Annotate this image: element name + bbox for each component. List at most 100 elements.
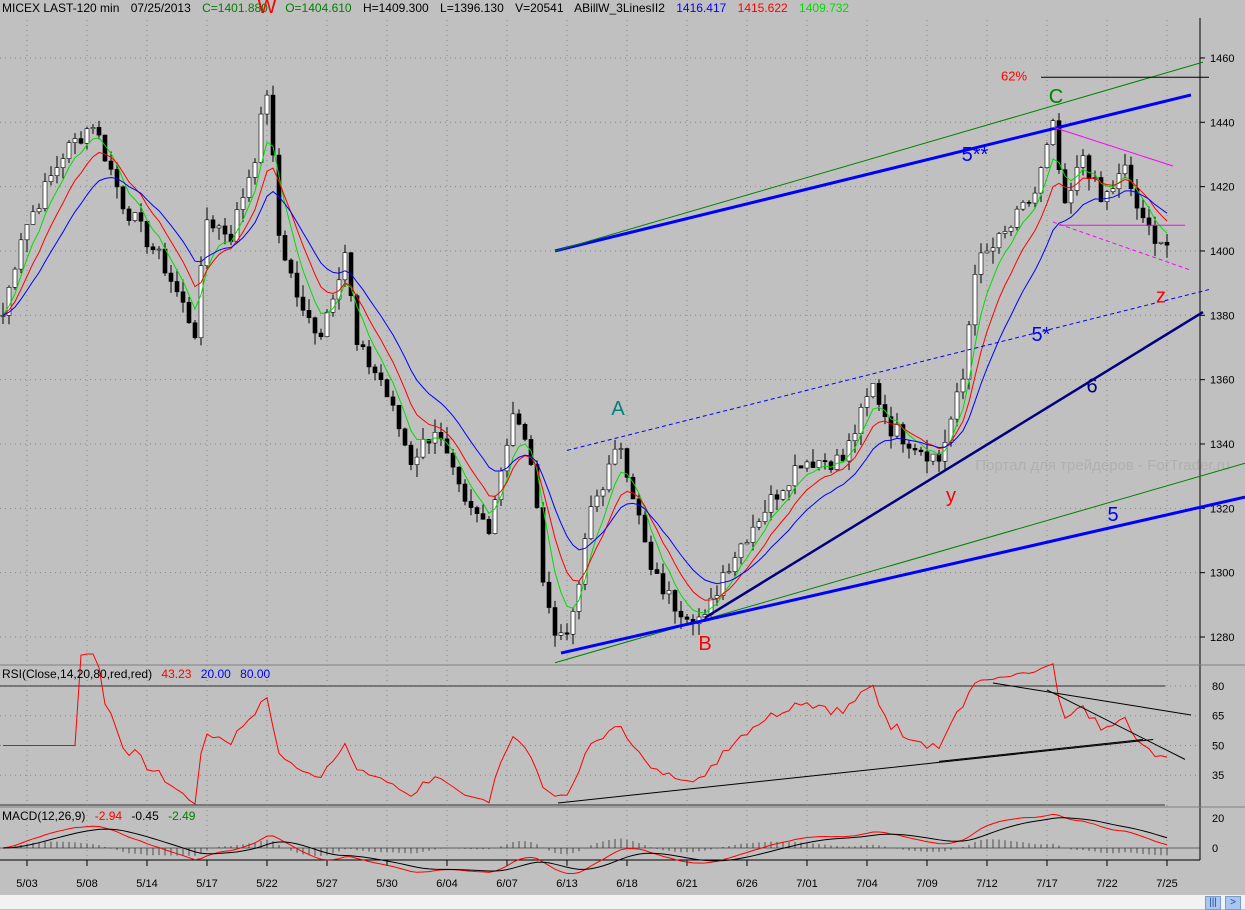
candle: [474, 507, 480, 514]
wave-label: y: [946, 485, 956, 507]
candle: [858, 407, 864, 434]
candle: [990, 247, 996, 252]
candle: [12, 268, 18, 288]
candle: [54, 167, 60, 177]
wave-label: B: [698, 633, 711, 655]
candle: [906, 443, 912, 449]
price-tick-label: 1380: [1210, 310, 1234, 322]
candle: [792, 465, 798, 487]
candle: [216, 225, 222, 229]
price-tick-label: 1340: [1210, 439, 1234, 451]
candle: [486, 519, 492, 534]
macd-tick-label: 0: [1212, 843, 1218, 855]
candle: [174, 281, 180, 293]
wave-label: C: [1049, 86, 1063, 108]
candle: [36, 208, 42, 213]
candle: [318, 332, 324, 338]
candle: [984, 250, 990, 254]
candle: [636, 498, 642, 516]
candle: [798, 465, 804, 469]
candle: [828, 461, 834, 470]
candle: [384, 379, 390, 398]
date-tick-label: 6/21: [676, 878, 697, 890]
candle: [78, 138, 84, 144]
candle: [480, 513, 486, 520]
trendline: [554, 61, 1204, 252]
candle: [1008, 227, 1014, 232]
macd-signal: -0.45: [131, 809, 159, 823]
candle: [18, 239, 24, 270]
candle: [156, 248, 162, 251]
candle: [378, 372, 384, 381]
candle: [360, 344, 366, 348]
date-tick-label: 5/27: [316, 878, 337, 890]
candle: [468, 501, 474, 508]
ma-blue-line: [2, 176, 1168, 585]
candle: [1086, 155, 1092, 180]
candle: [312, 317, 318, 334]
date-tick-label: 5/08: [76, 878, 97, 890]
candle: [1140, 207, 1146, 219]
candle: [558, 632, 564, 636]
candle: [192, 322, 198, 339]
candle: [1002, 231, 1008, 234]
rsi-tick-label: 80: [1212, 681, 1224, 693]
macd-value: -2.94: [94, 809, 123, 823]
candle: [624, 448, 630, 478]
candle: [876, 383, 882, 405]
candle: [306, 310, 312, 319]
candle: [60, 158, 66, 168]
candle: [912, 447, 918, 451]
candle: [972, 274, 978, 326]
candle: [186, 302, 192, 324]
candle: [1074, 167, 1080, 191]
candle: [996, 233, 1002, 249]
candle: [780, 490, 786, 500]
scroll-thumb[interactable]: |||: [1205, 896, 1221, 910]
candle: [210, 219, 216, 229]
candle: [936, 453, 942, 462]
candle: [144, 220, 150, 248]
candle: [42, 181, 48, 209]
candle: [522, 424, 528, 440]
candle: [84, 128, 90, 144]
date-tick-label: 5/17: [196, 878, 217, 890]
candle: [660, 573, 666, 595]
candle: [822, 460, 828, 463]
scroll-right-button[interactable]: >: [1225, 896, 1241, 910]
candle: [672, 590, 678, 612]
candle: [786, 485, 792, 491]
date-tick-label: 5/30: [376, 878, 397, 890]
candle: [588, 506, 594, 539]
horizontal-scrollbar[interactable]: ||| >: [0, 895, 1245, 910]
date-tick-label: 7/12: [976, 878, 997, 890]
chart-canvas[interactable]: Портал для трейдеров - ForTrader.ru 1280…: [0, 0, 1245, 895]
candle: [1038, 167, 1044, 194]
candle: [594, 495, 600, 507]
candle: [678, 610, 684, 618]
candle: [342, 252, 348, 281]
candle: [66, 142, 72, 159]
candle: [834, 454, 840, 470]
candle: [1014, 208, 1020, 228]
rsi-tick-label: 50: [1212, 740, 1224, 752]
rsi-low: 20.00: [200, 667, 231, 681]
price-tick-label: 1420: [1210, 182, 1234, 194]
candle: [366, 346, 372, 368]
rsi-trendline: [938, 739, 1144, 762]
candle: [288, 259, 294, 274]
date-tick-label: 6/04: [436, 878, 457, 890]
date-tick-label: 7/04: [856, 878, 877, 890]
candle: [180, 291, 186, 303]
candle: [24, 224, 30, 241]
trendline: [1052, 221, 1192, 271]
candle: [150, 246, 156, 251]
rsi-high: 80.00: [240, 667, 271, 681]
date-tick-label: 7/25: [1156, 878, 1177, 890]
candle: [1164, 241, 1170, 246]
candle: [540, 507, 546, 583]
candle: [414, 456, 420, 465]
candle: [264, 94, 270, 115]
date-tick-label: 6/13: [556, 878, 577, 890]
candle: [756, 521, 762, 528]
